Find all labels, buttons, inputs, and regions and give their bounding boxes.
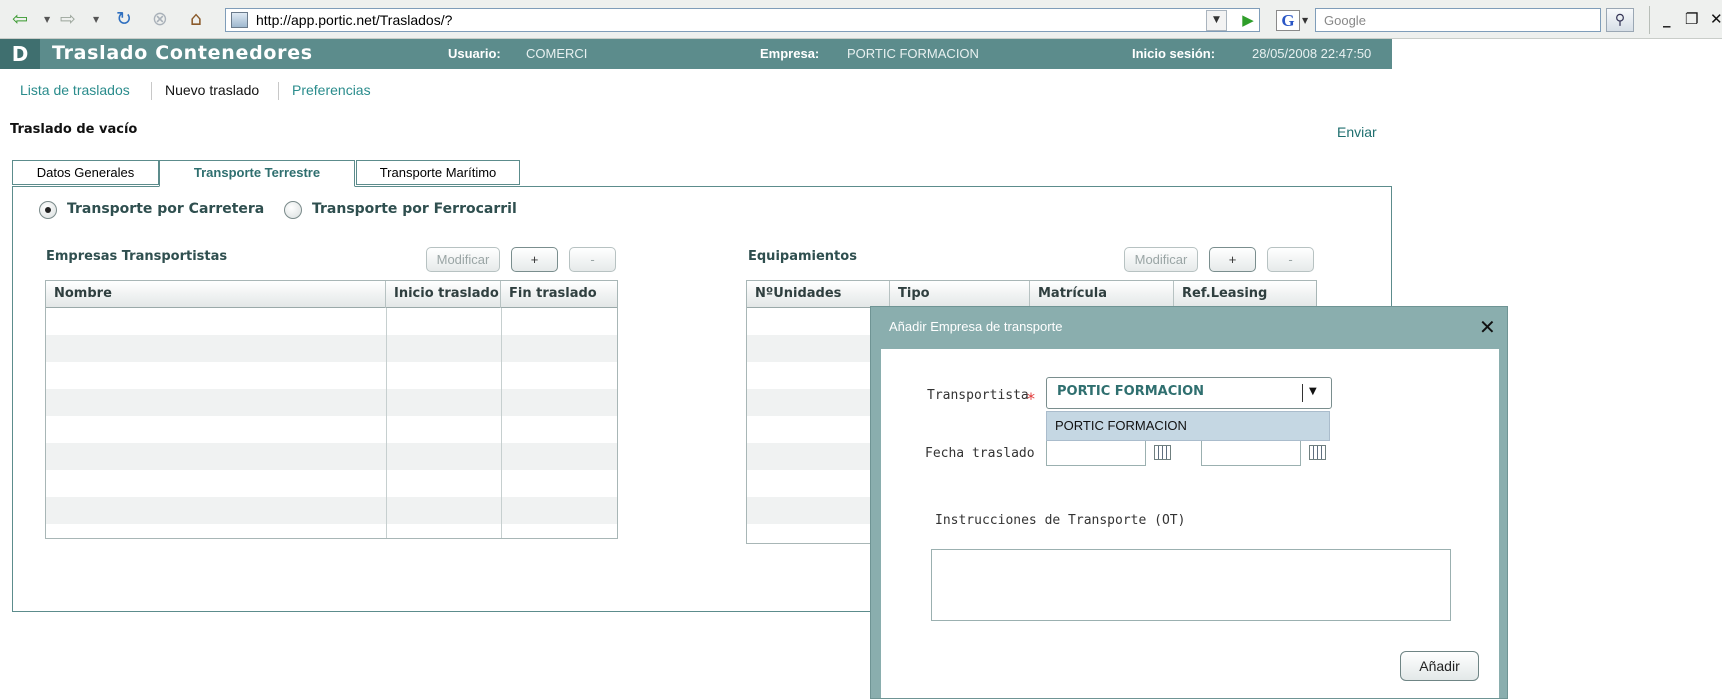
tab-datos-generales[interactable]: Datos Generales <box>12 160 159 185</box>
tab-transporte-maritimo[interactable]: Transporte Marítimo <box>356 160 520 185</box>
restore-window-icon[interactable]: ❐ <box>1685 10 1698 28</box>
nav-link-nuevo-traslado[interactable]: Nuevo traslado <box>165 82 259 98</box>
table-row[interactable] <box>46 362 617 389</box>
close-icon[interactable]: ✕ <box>1479 315 1496 339</box>
url-history-dropdown-icon[interactable]: ▼ <box>1206 10 1227 31</box>
carriers-remove-button[interactable]: - <box>569 247 616 272</box>
go-button-icon[interactable]: ▶ <box>1235 9 1261 32</box>
page-title: Traslado de vacío <box>10 122 138 137</box>
home-icon[interactable]: ⌂ <box>190 8 202 30</box>
app-header: D Traslado Contenedores Usuario: COMERCI… <box>0 39 1392 69</box>
browser-toolbar: ⇦ ▼ ⇨ ▼ ↻ ⊗ ⌂ http://app.portic.net/Tras… <box>0 0 1722 39</box>
user-value: COMERCI <box>526 46 588 61</box>
add-carrier-dialog: Añadir Empresa de transporte ✕ Transport… <box>870 306 1508 699</box>
column-header-fin-traslado[interactable]: Fin traslado <box>501 281 617 308</box>
calendar-icon[interactable] <box>1154 445 1171 460</box>
date-field-label: Fecha traslado <box>925 446 1035 461</box>
carrier-select-value: PORTIC FORMACION <box>1057 384 1205 399</box>
equipment-table-header: NºUnidades Tipo Matrícula Ref.Leasing <box>747 281 1316 308</box>
chevron-down-icon[interactable]: ▼ <box>1309 386 1317 397</box>
back-arrow-icon[interactable]: ⇦ <box>12 8 28 30</box>
column-header-nombre[interactable]: Nombre <box>46 281 386 308</box>
table-row[interactable] <box>46 308 617 335</box>
search-input[interactable]: Google <box>1315 8 1601 32</box>
table-row[interactable] <box>46 524 617 538</box>
start-date-input[interactable] <box>1046 439 1146 466</box>
url-text: http://app.portic.net/Traslados/? <box>256 12 453 28</box>
company-label: Empresa: <box>760 46 820 61</box>
add-button[interactable]: Añadir <box>1400 651 1479 681</box>
carriers-section-title: Empresas Transportistas <box>46 249 228 264</box>
company-value: PORTIC FORMACION <box>847 46 979 61</box>
ot-textarea[interactable] <box>931 549 1451 621</box>
stop-icon[interactable]: ⊗ <box>152 8 168 30</box>
select-divider <box>1302 384 1303 402</box>
search-engine-dropdown-icon[interactable]: ▼ <box>1302 16 1308 25</box>
send-link[interactable]: Enviar <box>1337 124 1377 140</box>
table-row[interactable] <box>46 443 617 470</box>
toolbar-divider <box>1649 6 1650 34</box>
column-header-inicio-traslado[interactable]: Inicio traslado <box>386 281 501 308</box>
equipment-modify-button[interactable]: Modificar <box>1124 247 1198 272</box>
column-header-ref-leasing[interactable]: Ref.Leasing <box>1174 281 1316 308</box>
equipment-add-button[interactable]: + <box>1209 247 1256 272</box>
tab-transporte-terrestre[interactable]: Transporte Terrestre <box>159 160 355 187</box>
nav-link-preferencias[interactable]: Preferencias <box>292 82 371 98</box>
calendar-icon[interactable] <box>1309 445 1326 460</box>
table-row[interactable] <box>46 416 617 443</box>
favicon-icon <box>231 12 248 28</box>
search-engine-icon[interactable]: G <box>1276 10 1300 31</box>
carriers-modify-button[interactable]: Modificar <box>426 247 500 272</box>
session-value: 28/05/2008 22:47:50 <box>1252 46 1372 61</box>
search-icon[interactable]: ⚲ <box>1606 8 1634 32</box>
url-bar[interactable]: http://app.portic.net/Traslados/? <box>225 8 1260 32</box>
search-placeholder: Google <box>1324 13 1366 28</box>
required-mark: * <box>1027 389 1035 408</box>
dialog-title: Añadir Empresa de transporte <box>889 319 1063 334</box>
carrier-dropdown-list: PORTIC FORMACION <box>1046 411 1330 441</box>
column-header-tipo[interactable]: Tipo <box>890 281 1030 308</box>
forward-arrow-icon[interactable]: ⇨ <box>60 8 76 30</box>
end-date-input[interactable] <box>1201 439 1301 466</box>
dialog-body: Transportista * PORTIC FORMACION ▼ PORTI… <box>881 349 1499 698</box>
column-divider <box>386 308 387 538</box>
nav-divider <box>278 82 279 100</box>
reload-icon[interactable]: ↻ <box>116 8 132 30</box>
user-label: Usuario: <box>448 46 501 61</box>
radio-carretera[interactable] <box>39 201 57 219</box>
carrier-field-label: Transportista <box>927 388 1029 403</box>
equipment-remove-button[interactable]: - <box>1267 247 1314 272</box>
radio-ferrocarril-label[interactable]: Transporte por Ferrocarril <box>312 201 517 217</box>
table-row[interactable] <box>46 389 617 416</box>
table-row[interactable] <box>46 335 617 362</box>
minimize-window-icon[interactable]: _ <box>1663 10 1671 28</box>
back-history-dropdown-icon[interactable]: ▼ <box>44 15 50 24</box>
column-header-unidades[interactable]: NºUnidades <box>747 281 890 308</box>
equipment-section-title: Equipamientos <box>748 249 857 264</box>
carrier-select[interactable]: PORTIC FORMACION ▼ <box>1046 377 1332 409</box>
table-row[interactable] <box>46 497 617 524</box>
nav-link-lista-traslados[interactable]: Lista de traslados <box>20 82 130 98</box>
app-logo: D <box>0 39 40 69</box>
session-label: Inicio sesión: <box>1132 46 1216 61</box>
carrier-option[interactable]: PORTIC FORMACION <box>1055 418 1187 433</box>
carriers-add-button[interactable]: + <box>511 247 558 272</box>
close-window-icon[interactable]: ✕ <box>1710 10 1722 28</box>
screen: ⇦ ▼ ⇨ ▼ ↻ ⊗ ⌂ http://app.portic.net/Tras… <box>0 0 1722 699</box>
forward-history-dropdown-icon[interactable]: ▼ <box>93 15 99 24</box>
radio-carretera-label[interactable]: Transporte por Carretera <box>67 201 264 217</box>
nav-divider <box>151 82 152 100</box>
column-divider <box>501 308 502 538</box>
carriers-table: Nombre Inicio traslado Fin traslado <box>45 280 618 539</box>
table-row[interactable] <box>46 470 617 497</box>
ot-field-label: Instrucciones de Transporte (OT) <box>935 513 1186 528</box>
column-header-matricula[interactable]: Matrícula <box>1030 281 1174 308</box>
app-title: Traslado Contenedores <box>52 42 313 64</box>
radio-selected-dot <box>45 207 51 213</box>
carriers-table-header: Nombre Inicio traslado Fin traslado <box>46 281 617 308</box>
radio-ferrocarril[interactable] <box>284 201 302 219</box>
